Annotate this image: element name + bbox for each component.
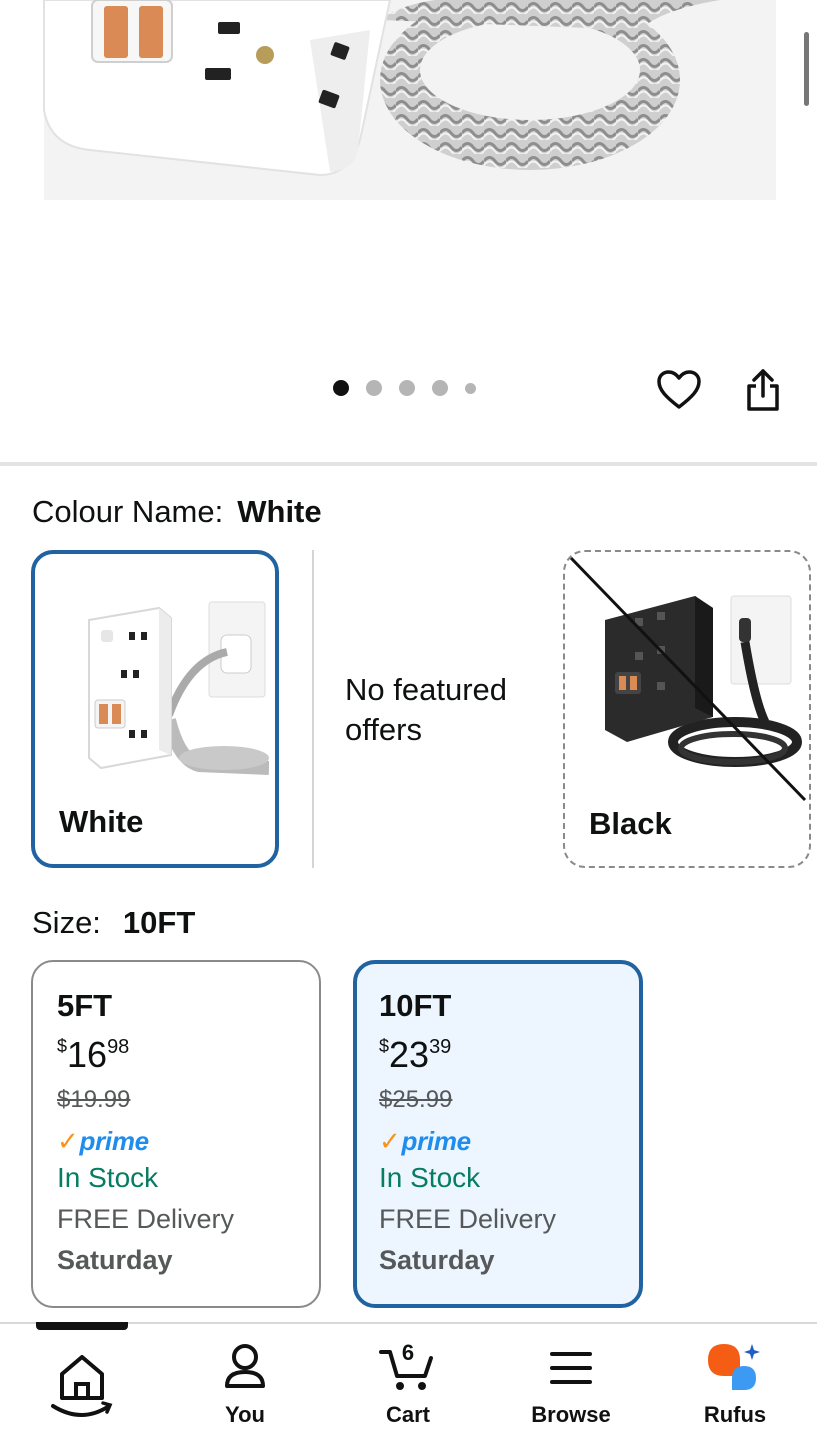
product-image bbox=[43, 0, 776, 200]
image-pager[interactable] bbox=[333, 380, 476, 396]
home-icon bbox=[51, 1355, 113, 1417]
delivery-day: Saturday bbox=[379, 1245, 495, 1275]
prime-label: prime bbox=[79, 1125, 150, 1156]
price-currency: $ bbox=[379, 1036, 390, 1056]
nav-rufus[interactable]: Rufus bbox=[675, 1324, 795, 1440]
bottom-navigation: You 6 Cart Browse Rufus bbox=[0, 1322, 817, 1440]
colour-option-white[interactable]: White bbox=[31, 550, 279, 868]
nav-rufus-label: Rufus bbox=[703, 1402, 767, 1427]
size-option-10ft[interactable]: 10FT $2339 $25.99 ✓ prime In Stock FREE D… bbox=[353, 960, 643, 1308]
pager-dot[interactable] bbox=[333, 380, 349, 396]
prime-label: prime bbox=[401, 1125, 472, 1156]
scrollbar[interactable] bbox=[804, 32, 809, 106]
size-option-5ft[interactable]: 5FT $1698 $19.99 ✓ prime In Stock FREE De… bbox=[31, 960, 321, 1308]
no-featured-offers-text: No featured offers bbox=[345, 672, 507, 747]
colour-option-black[interactable]: Black bbox=[563, 550, 811, 868]
stock-status: In Stock bbox=[379, 1162, 481, 1193]
stock-status: In Stock bbox=[57, 1162, 159, 1193]
product-image-carousel[interactable] bbox=[0, 0, 817, 462]
pager-dot[interactable] bbox=[432, 380, 448, 396]
size-option-price: $2339 bbox=[379, 1034, 639, 1078]
colour-label: Colour Name: bbox=[32, 494, 224, 529]
prime-check-icon: ✓ bbox=[379, 1125, 401, 1156]
delivery-day: Saturday bbox=[57, 1245, 173, 1275]
person-icon bbox=[225, 1344, 265, 1388]
cart-icon bbox=[379, 1350, 433, 1390]
list-price: $25.99 bbox=[379, 1086, 453, 1113]
pager-dot[interactable] bbox=[366, 380, 382, 396]
size-option-name: 10FT bbox=[379, 988, 452, 1023]
nav-cart-label: Cart bbox=[385, 1402, 430, 1427]
price-fraction: 98 bbox=[107, 1036, 130, 1058]
price-whole: 23 bbox=[389, 1034, 430, 1075]
prime-check-icon: ✓ bbox=[57, 1125, 79, 1156]
price-fraction: 39 bbox=[429, 1036, 452, 1058]
size-option-name: 5FT bbox=[57, 988, 113, 1023]
nav-cart[interactable]: 6 Cart bbox=[348, 1324, 468, 1440]
colour-option-label: White bbox=[59, 804, 144, 839]
size-label: Size: bbox=[32, 905, 101, 940]
size-label-row: Size: 10FT bbox=[32, 905, 195, 941]
wishlist-button[interactable] bbox=[655, 366, 703, 414]
section-divider bbox=[0, 462, 817, 466]
pager-dot[interactable] bbox=[399, 380, 415, 396]
size-option-price: $1698 bbox=[57, 1034, 319, 1078]
share-icon bbox=[747, 369, 779, 411]
size-selected-value: 10FT bbox=[122, 905, 196, 940]
colour-thumbnail-black bbox=[569, 556, 807, 802]
heart-icon bbox=[657, 370, 701, 409]
prime-badge: ✓ prime bbox=[57, 1126, 319, 1156]
colour-thumbnail-white bbox=[88, 601, 269, 775]
delivery-text: FREE Delivery bbox=[57, 1204, 235, 1234]
nav-browse[interactable]: Browse bbox=[511, 1324, 631, 1440]
nav-you[interactable]: You bbox=[185, 1324, 305, 1440]
price-whole: 16 bbox=[67, 1034, 108, 1075]
nav-home[interactable] bbox=[22, 1324, 142, 1440]
nav-browse-label: Browse bbox=[531, 1402, 611, 1427]
list-price: $19.99 bbox=[57, 1086, 131, 1113]
prime-badge: ✓ prime bbox=[379, 1126, 639, 1156]
colour-separator bbox=[312, 550, 314, 868]
colour-option-label: Black bbox=[589, 806, 672, 841]
share-button[interactable] bbox=[739, 366, 787, 414]
nav-you-label: You bbox=[225, 1402, 265, 1427]
pager-dot[interactable] bbox=[465, 382, 476, 394]
colour-label-row: Colour Name: White bbox=[32, 494, 322, 530]
price-currency: $ bbox=[57, 1036, 68, 1056]
menu-icon bbox=[550, 1352, 592, 1384]
rufus-icon bbox=[708, 1344, 760, 1390]
delivery-text: FREE Delivery bbox=[379, 1204, 557, 1234]
colour-selected-value: White bbox=[237, 494, 322, 529]
